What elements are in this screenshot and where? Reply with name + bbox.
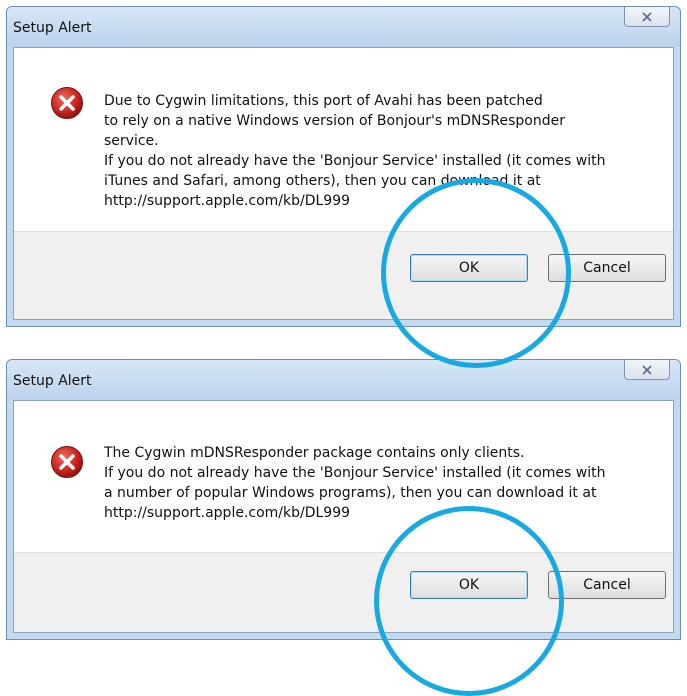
title-bar[interactable]: Setup Alert <box>7 7 680 47</box>
setup-alert-dialog: Setup Alert <box>6 359 681 640</box>
message-area: Due to Cygwin limitations, this port of … <box>14 48 673 229</box>
message-line: The Cygwin mDNSResponder package contain… <box>104 445 525 461</box>
cancel-button[interactable]: Cancel <box>548 571 666 599</box>
dialog-title: Setup Alert <box>13 20 92 36</box>
message-area: The Cygwin mDNSResponder package contain… <box>14 401 673 550</box>
message-line: to rely on a native Windows version of B… <box>104 113 565 129</box>
setup-alert-dialog: Setup Alert <box>6 6 681 327</box>
close-icon <box>642 11 652 22</box>
cancel-button[interactable]: Cancel <box>548 254 666 282</box>
error-icon <box>51 87 83 119</box>
button-bar: OK Cancel <box>14 552 673 632</box>
error-icon <box>51 446 83 478</box>
message-line: http://support.apple.com/kb/DL999 <box>104 193 351 209</box>
dialog-title: Setup Alert <box>13 373 92 389</box>
alert-message: The Cygwin mDNSResponder package contain… <box>104 443 655 523</box>
message-line: If you do not already have the 'Bonjour … <box>104 465 606 481</box>
message-line: iTunes and Safari, among others), then y… <box>104 173 541 189</box>
message-line: a number of popular Windows programs), t… <box>104 485 597 501</box>
message-line: service. <box>104 133 159 149</box>
dialog-body: Due to Cygwin limitations, this port of … <box>13 47 674 320</box>
message-line: If you do not already have the 'Bonjour … <box>104 153 606 169</box>
ok-button[interactable]: OK <box>410 571 528 599</box>
screenshot-page: Setup Alert Due to Cygwin limitations, t… <box>0 0 687 696</box>
message-line: Due to Cygwin limitations, this port of … <box>104 93 543 109</box>
close-button[interactable] <box>624 360 670 380</box>
title-bar[interactable]: Setup Alert <box>7 360 680 400</box>
close-button[interactable] <box>624 7 670 27</box>
ok-button[interactable]: OK <box>410 254 528 282</box>
dialog-body: The Cygwin mDNSResponder package contain… <box>13 400 674 633</box>
close-icon <box>642 364 652 375</box>
alert-message: Due to Cygwin limitations, this port of … <box>104 91 655 211</box>
message-line: http://support.apple.com/kb/DL999 <box>104 505 351 521</box>
button-bar: OK Cancel <box>14 231 673 319</box>
